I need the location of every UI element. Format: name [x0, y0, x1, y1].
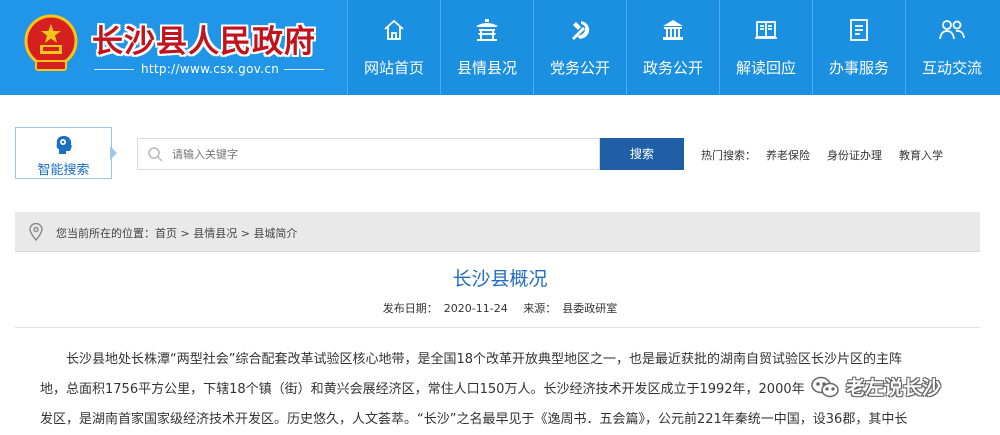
- breadcrumb-separator: >: [177, 227, 194, 240]
- source-value: 县委政研室: [562, 302, 618, 315]
- document-icon: [850, 19, 868, 41]
- breadcrumb-link-county-info[interactable]: 县情县况: [193, 227, 237, 240]
- nav-item-label: 办事服务: [828, 59, 889, 77]
- source-label: 来源：: [523, 302, 557, 315]
- nav-item-label: 网站首页: [363, 59, 424, 77]
- hot-search-link[interactable]: 身份证办理: [827, 147, 882, 163]
- nav-item-interaction[interactable]: 互动交流: [905, 0, 998, 95]
- nav-item-party-affairs[interactable]: 党务公开: [533, 0, 626, 95]
- nav-item-label: 县情县况: [456, 59, 517, 77]
- search-arrow-pointer: [110, 146, 117, 160]
- hot-search-link[interactable]: 教育入学: [899, 147, 943, 163]
- url-divider-left: [94, 69, 134, 70]
- home-icon: [384, 19, 404, 40]
- nav-item-services[interactable]: 办事服务: [812, 0, 905, 95]
- article-line: 发区，是湖南首家国家级经济技术开发区。历史悠久，人文荟萃。“长沙”之名最早见于《…: [40, 412, 908, 427]
- location-pin-icon: [29, 223, 43, 241]
- search-field: [137, 138, 600, 170]
- wechat-watermark: 老左说长沙: [810, 373, 941, 400]
- article-title: 长沙县概况: [452, 268, 548, 290]
- site-title: 长沙县人民政府: [92, 24, 316, 60]
- article-divider: [15, 327, 980, 328]
- article-line: 长沙县地处长株潭“两型社会”综合配套改革试验区核心地带，是全国18个改革开放典型…: [66, 352, 903, 367]
- main-nav: 网站首页 县情县况 党务公开 政务公开 解读回应 办事服务 互动交流: [347, 0, 1000, 95]
- smart-search-label: 智能搜索: [37, 163, 90, 178]
- publish-date: 2020-11-24: [443, 302, 508, 315]
- breadcrumb: 您当前所在的位置：首页 > 县情县况 > 县城简介: [15, 212, 980, 252]
- breadcrumb-link-county-intro[interactable]: 县城简介: [253, 227, 297, 240]
- nav-item-home[interactable]: 网站首页: [347, 0, 440, 95]
- search-icon: [148, 147, 163, 162]
- breadcrumb-prefix: 您当前所在的位置：: [56, 227, 155, 240]
- url-divider-right: [284, 69, 324, 70]
- breadcrumb-trail: 您当前所在的位置：首页 > 县情县况 > 县城简介: [56, 225, 297, 241]
- government-building-icon: [663, 20, 683, 40]
- search-button[interactable]: 搜索: [600, 138, 684, 170]
- watermark-text: 老左说长沙: [846, 377, 942, 399]
- nav-item-label: 党务公开: [549, 59, 610, 77]
- brain-icon: [56, 136, 72, 154]
- breadcrumb-separator: >: [237, 227, 254, 240]
- site-url-row: http://www.csx.gov.cn: [94, 62, 330, 78]
- national-emblem-icon: [24, 14, 78, 71]
- nav-item-county-info[interactable]: 县情县况: [440, 0, 533, 95]
- wechat-icon: [811, 376, 839, 397]
- hot-search-link[interactable]: 养老保险: [766, 147, 810, 163]
- hot-search-label: 热门搜索：: [701, 149, 756, 162]
- nav-item-label: 解读回应: [735, 59, 796, 77]
- people-icon: [939, 20, 965, 40]
- publish-date-label: 发布日期：: [382, 302, 438, 315]
- party-emblem-icon: [572, 21, 590, 40]
- breadcrumb-link-home[interactable]: 首页: [155, 227, 177, 240]
- nav-item-interpretation[interactable]: 解读回应: [719, 0, 812, 95]
- open-book-icon: [755, 21, 777, 39]
- site-branding[interactable]: 长沙县人民政府 http://www.csx.gov.cn: [0, 0, 347, 95]
- hot-searches: 热门搜索： 养老保险 身份证办理 教育入学: [701, 147, 960, 163]
- search-input[interactable]: [172, 139, 592, 169]
- smart-search-button[interactable]: 智能搜索: [15, 127, 112, 179]
- nav-item-label: 互动交流: [921, 59, 982, 77]
- nav-item-government-affairs[interactable]: 政务公开: [626, 0, 719, 95]
- site-url: http://www.csx.gov.cn: [141, 62, 280, 76]
- article-meta: 发布日期： 2020-11-24 来源： 县委政研室: [0, 300, 1000, 316]
- nav-item-label: 政务公开: [642, 59, 703, 77]
- header-bar: 长沙县人民政府 http://www.csx.gov.cn 网站首页 县情县况 …: [0, 0, 1000, 95]
- pavilion-icon: [476, 19, 498, 41]
